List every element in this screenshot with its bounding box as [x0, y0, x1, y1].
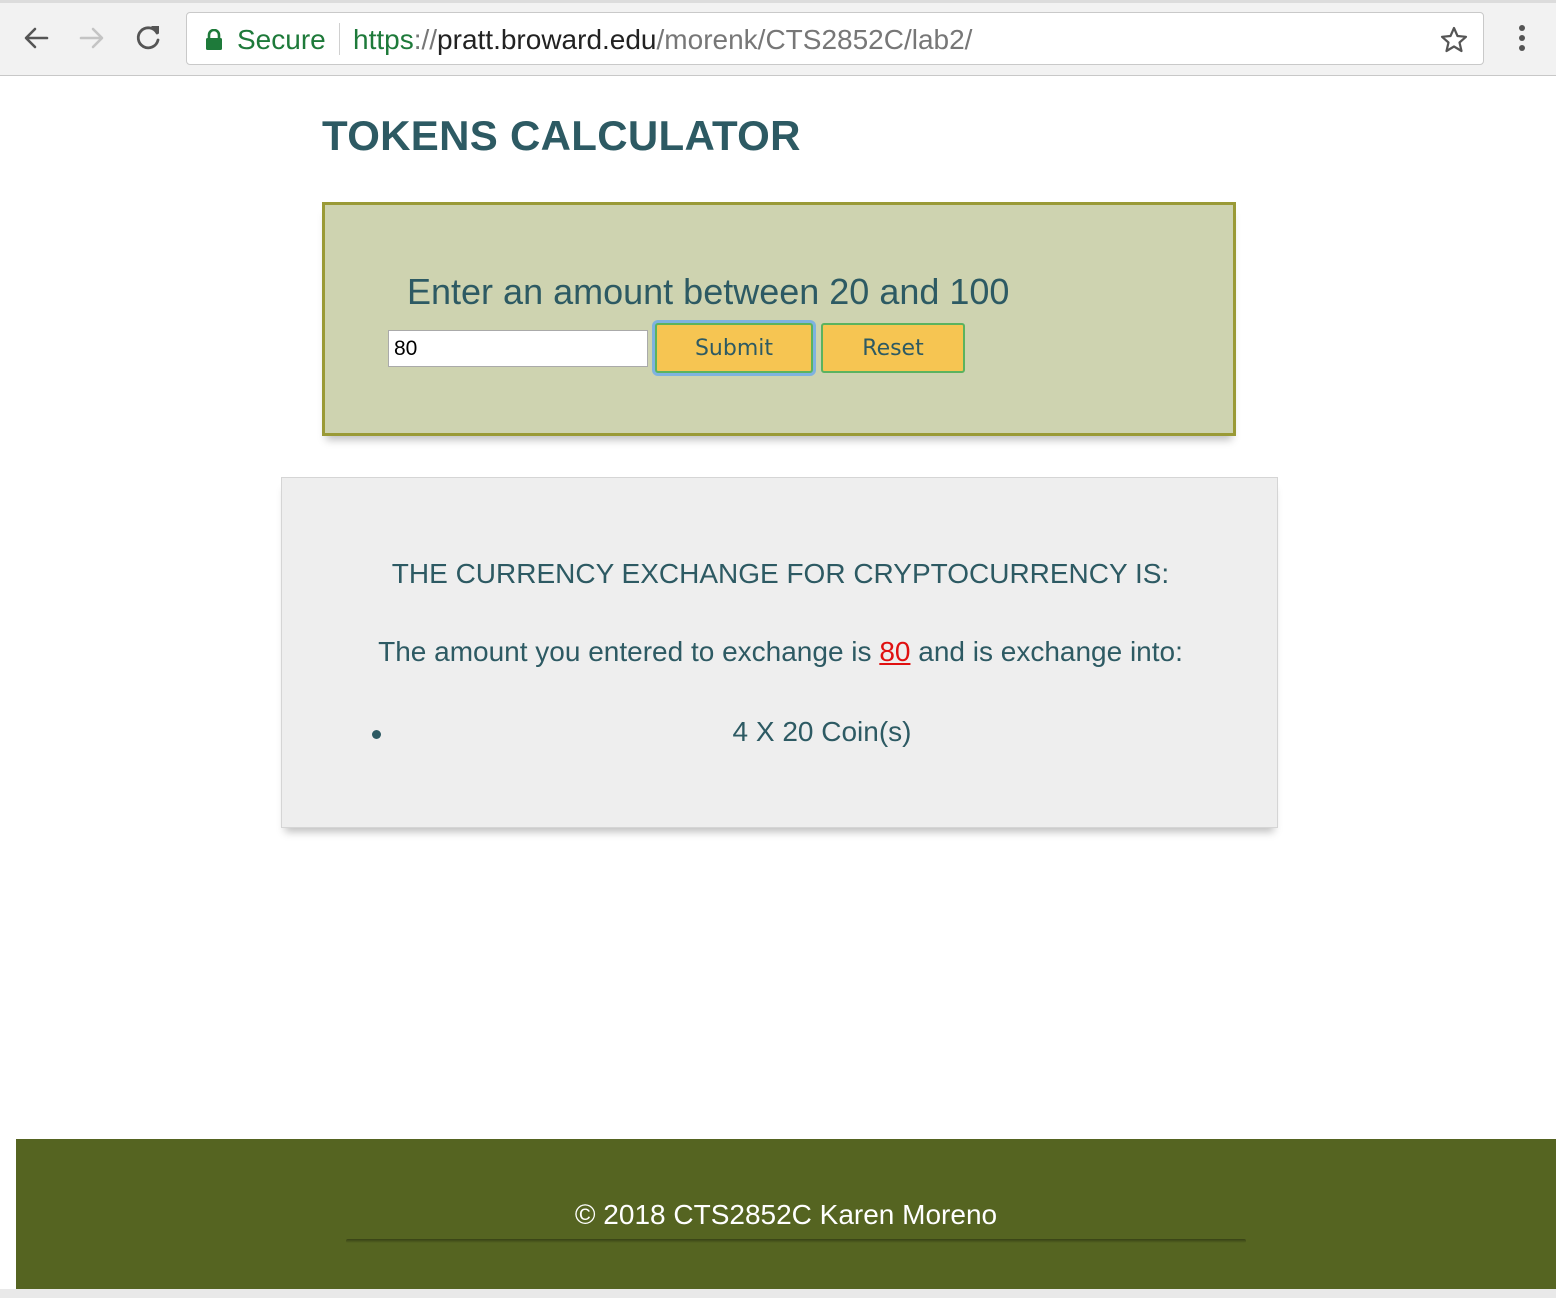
entered-amount: 80 [879, 636, 911, 667]
result-summary: The amount you entered to exchange is 80… [282, 636, 1279, 668]
browser-toolbar: Secure https://pratt.broward.edu/morenk/… [0, 0, 1556, 76]
address-bar[interactable]: Secure https://pratt.broward.edu/morenk/… [186, 12, 1484, 65]
window-bottom-edge [0, 1289, 1556, 1298]
reload-button[interactable] [128, 18, 168, 58]
result-line-suffix: and is exchange into: [910, 636, 1183, 667]
list-bullet [372, 730, 381, 739]
page-title: TOKENS CALCULATOR [322, 112, 801, 159]
result-heading: THE CURRENCY EXCHANGE FOR CRYPTOCURRENCY… [391, 558, 1170, 589]
url-text[interactable]: https://pratt.broward.edu/morenk/CTS2852… [353, 24, 972, 56]
coin-text: 4 X 20 Coin(s) [732, 716, 912, 747]
omnibox-separator [339, 23, 340, 55]
reload-icon [136, 26, 160, 50]
tab-strip-edge [0, 0, 1556, 3]
footer-divider [346, 1239, 1246, 1243]
star-icon [1440, 26, 1468, 53]
url-separator: :// [413, 24, 438, 55]
footer-copyright: © 2018 CTS2852C Karen Moreno [574, 1199, 998, 1230]
lock-icon [206, 29, 222, 50]
result-panel: THE CURRENCY EXCHANGE FOR CRYPTOCURRENCY… [281, 477, 1278, 828]
url-host: pratt.broward.edu [437, 24, 657, 55]
submit-button[interactable]: Submit [655, 323, 813, 373]
amount-input[interactable] [388, 330, 648, 367]
more-vert-icon [1519, 25, 1525, 51]
amount-prompt: Enter an amount between 20 and 100 [407, 271, 1010, 312]
browser-menu-button[interactable] [1506, 18, 1538, 58]
coin-list-item: 4 X 20 Coin(s) [372, 716, 1272, 748]
coin-list: 4 X 20 Coin(s) [372, 716, 1272, 748]
calculator-form: Enter an amount between 20 and 100 Submi… [322, 202, 1236, 436]
url-path: /morenk/CTS2852C/lab2/ [656, 24, 973, 55]
url-scheme: https [353, 24, 414, 55]
reset-button[interactable]: Reset [821, 323, 965, 373]
back-button[interactable] [16, 18, 56, 58]
secure-label: Secure [237, 24, 326, 55]
bookmark-star-button[interactable] [1437, 23, 1471, 57]
forward-arrow-icon [79, 27, 104, 49]
page-footer: © 2018 CTS2852C Karen Moreno [16, 1139, 1556, 1289]
back-arrow-icon [24, 27, 49, 49]
forward-button[interactable] [72, 18, 112, 58]
result-line-prefix: The amount you entered to exchange is [378, 636, 880, 667]
